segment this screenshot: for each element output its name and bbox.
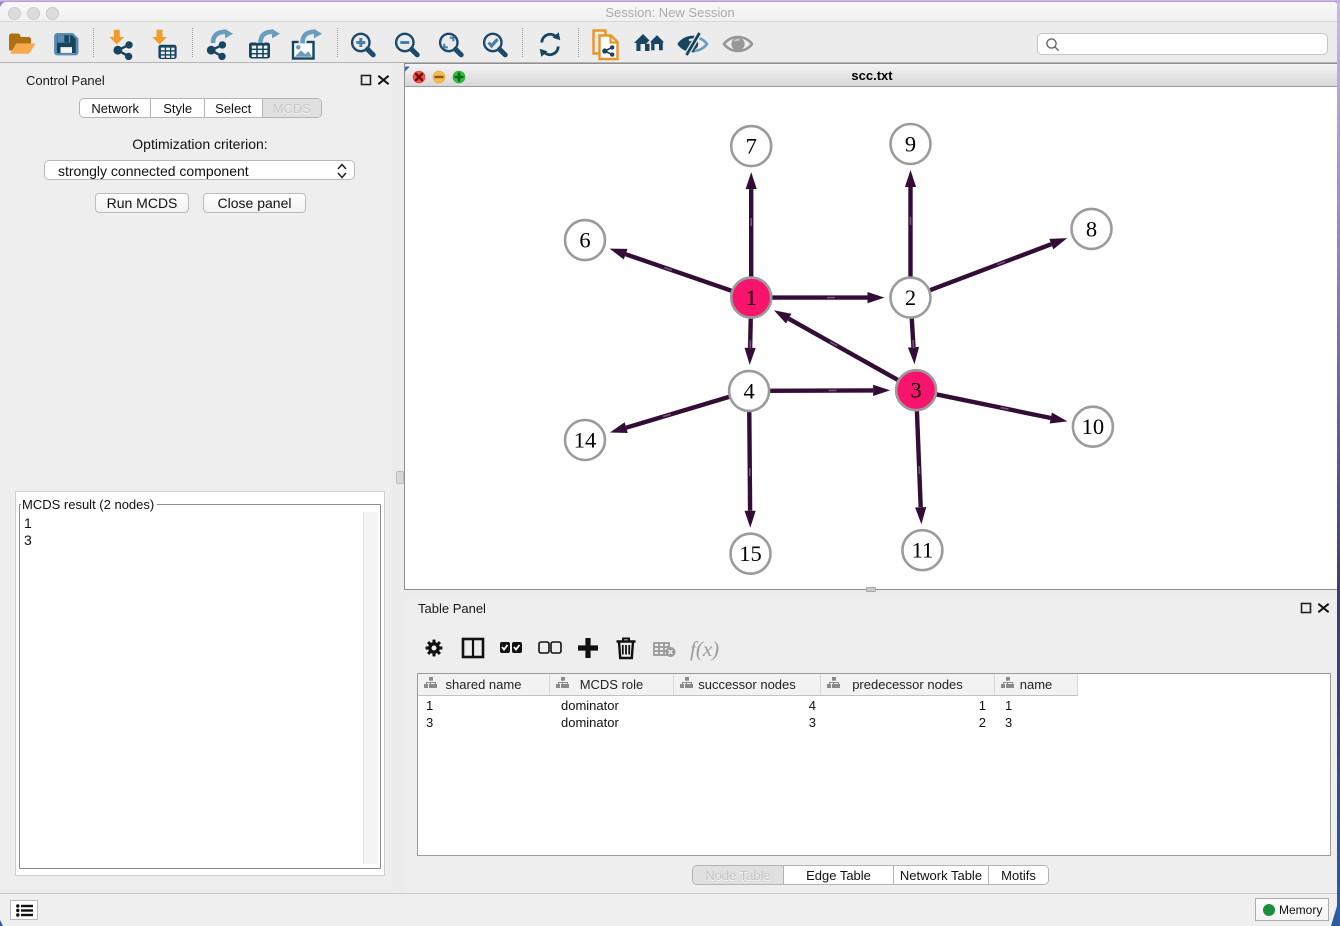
svg-text:9: 9: [905, 132, 916, 157]
svg-text:1: 1: [746, 285, 757, 310]
svg-text:6: 6: [579, 228, 590, 253]
svg-text:2: 2: [905, 285, 916, 310]
svg-text:7: 7: [746, 134, 757, 159]
svg-text:10: 10: [1082, 414, 1105, 439]
svg-text:15: 15: [739, 541, 762, 566]
svg-text:11: 11: [912, 538, 934, 563]
svg-text:3: 3: [910, 378, 921, 403]
svg-text:4: 4: [743, 378, 754, 403]
svg-text:8: 8: [1086, 216, 1097, 241]
svg-text:f(x): f(x): [690, 637, 719, 661]
svg-text:14: 14: [574, 428, 597, 453]
